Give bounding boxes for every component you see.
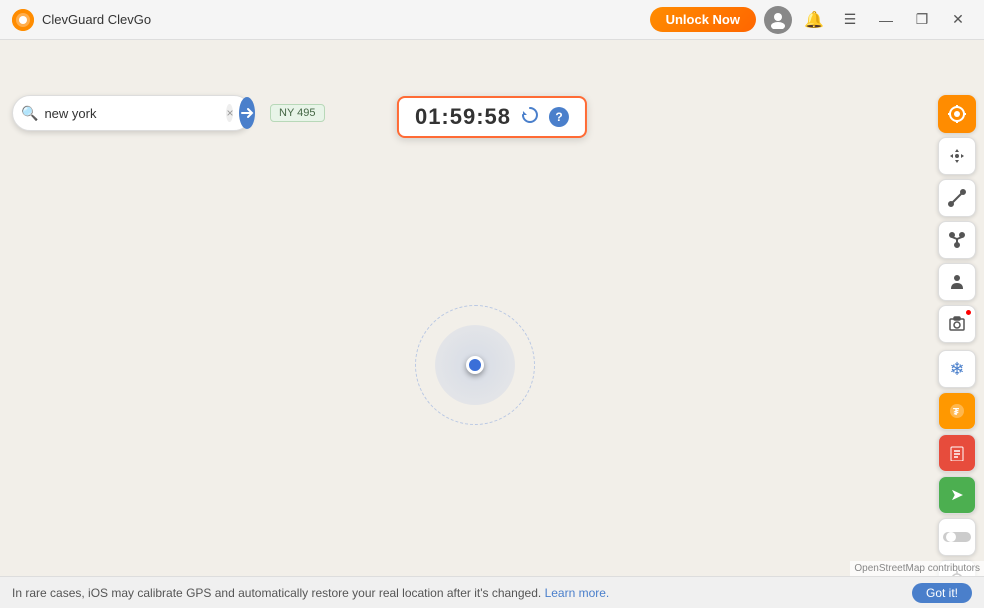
branch-tool-button[interactable]	[938, 221, 976, 259]
location-button[interactable]	[938, 95, 976, 133]
bottom-message: In rare cases, iOS may calibrate GPS and…	[12, 586, 912, 600]
svg-text:₮: ₮	[953, 407, 959, 418]
toolbar	[938, 95, 976, 343]
close-button[interactable]: ✕	[944, 6, 972, 34]
osm-attribution: OpenStreetMap contributors	[850, 561, 984, 576]
send-button[interactable]: ➤	[938, 476, 976, 514]
search-input[interactable]	[44, 106, 220, 121]
timer-help-button[interactable]: ?	[549, 107, 569, 127]
title-bar: ClevGuard ClevGo Unlock Now 🔔 ☰ — ❐ ✕	[0, 0, 984, 40]
app-title: ClevGuard ClevGo	[42, 12, 151, 27]
route-badge: NY 495	[270, 104, 325, 122]
maximize-button[interactable]: ❐	[908, 6, 936, 34]
screenshot-tool-button[interactable]	[938, 305, 976, 343]
person-tool-button[interactable]	[938, 263, 976, 301]
map-container[interactable]: Hoboken New York Manhattan Bridge I 78 I…	[0, 40, 984, 608]
learn-more-link[interactable]: Learn more.	[545, 586, 610, 600]
bottom-message-text: In rare cases, iOS may calibrate GPS and…	[12, 586, 541, 600]
search-bar: 🔍 ×	[12, 95, 252, 131]
minimize-button[interactable]: —	[872, 6, 900, 34]
route-tool-button[interactable]	[938, 179, 976, 217]
title-bar-left: ClevGuard ClevGo	[12, 9, 151, 31]
bottom-info-bar: In rare cases, iOS may calibrate GPS and…	[0, 576, 984, 608]
notification-bell-button[interactable]: 🔔	[800, 6, 828, 34]
info-button[interactable]	[938, 434, 976, 472]
app-logo	[12, 9, 34, 31]
snowflake-button[interactable]: ❄	[938, 350, 976, 388]
avatar-button[interactable]	[764, 6, 792, 34]
timer-display: 01:59:58	[415, 104, 511, 130]
menu-button[interactable]: ☰	[836, 6, 864, 34]
search-clear-button[interactable]: ×	[226, 104, 233, 122]
search-icon: 🔍	[21, 105, 38, 122]
toggle-button[interactable]	[938, 518, 976, 556]
got-it-button[interactable]: Got it!	[912, 583, 972, 603]
timer-box: 01:59:58 ?	[397, 96, 587, 138]
coin-button[interactable]: ₮	[938, 392, 976, 430]
move-tool-button[interactable]	[938, 137, 976, 175]
unlock-button[interactable]: Unlock Now	[650, 7, 756, 32]
timer-refresh-button[interactable]	[521, 106, 539, 129]
title-bar-right: Unlock Now 🔔 ☰ — ❐ ✕	[650, 6, 972, 34]
